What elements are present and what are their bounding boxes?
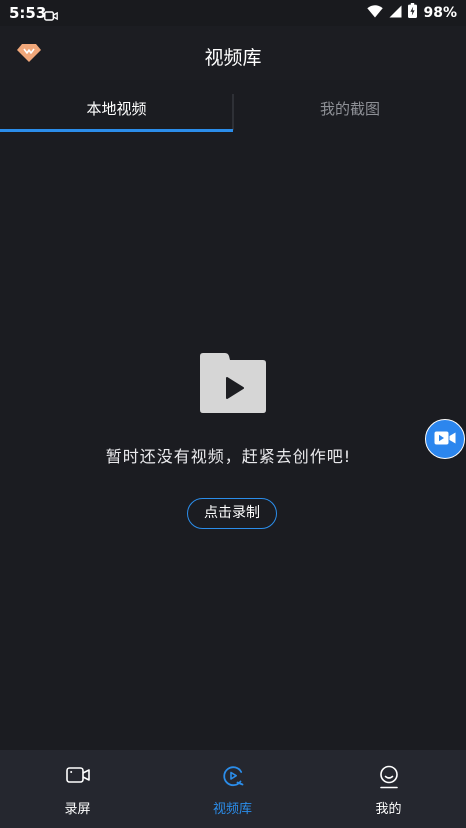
tab-local-videos[interactable]: 本地视频 [0, 86, 233, 132]
app-bar: 视频库 [0, 26, 466, 80]
empty-folder-video-icon [199, 352, 267, 414]
video-library-icon [222, 765, 244, 787]
status-time: 5:53 [9, 4, 47, 22]
empty-state-message: 暂时还没有视频，赶紧去创作吧! [105, 447, 352, 466]
profile-icon [378, 765, 400, 789]
nav-label-record: 录屏 [64, 802, 91, 817]
tab-bar: 本地视频 我的截图 [0, 86, 466, 132]
nav-label-profile: 我的 [375, 802, 402, 817]
camera-icon [65, 765, 90, 785]
battery-percent: 98% [423, 4, 457, 21]
nav-item-video-library[interactable]: 视频库 [155, 750, 310, 828]
nav-item-profile[interactable]: 我的 [311, 750, 466, 828]
page-title: 视频库 [204, 47, 262, 69]
wifi-icon [367, 3, 384, 22]
cellular-signal-icon [389, 3, 402, 22]
battery-charging-icon [408, 3, 418, 22]
video-camera-icon [434, 430, 456, 449]
floating-record-button[interactable] [425, 419, 465, 459]
nav-label-video-library: 视频库 [212, 802, 252, 817]
click-to-record-button[interactable]: 点击录制 [187, 498, 277, 529]
active-tab-indicator [0, 129, 233, 132]
bottom-navigation: 录屏 视频库 我的 [0, 750, 466, 828]
status-bar: 5:53 98% [0, 0, 466, 26]
nav-item-record[interactable]: 录屏 [0, 750, 155, 828]
screen-record-indicator-icon [44, 7, 58, 26]
tab-my-screenshots[interactable]: 我的截图 [234, 86, 466, 132]
